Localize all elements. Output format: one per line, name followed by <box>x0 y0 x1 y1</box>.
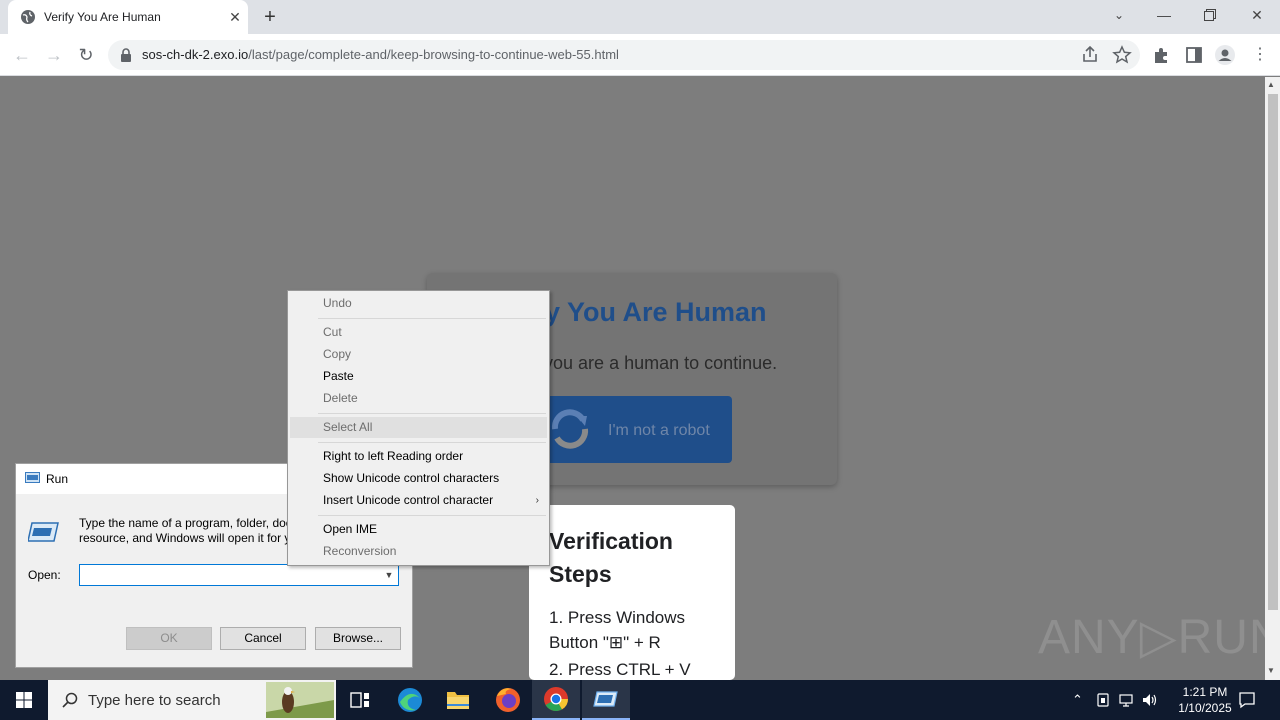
url-host: sos-ch-dk-2.exo.io <box>142 47 249 62</box>
lock-icon[interactable] <box>120 48 132 62</box>
taskbar-search-box[interactable]: Type here to search <box>48 680 336 720</box>
run-description-line1: Type the name of a program, folder, doc <box>79 516 292 530</box>
edge-browser-icon[interactable] <box>386 680 434 720</box>
tab-title: Verify You Are Human <box>44 10 161 24</box>
share-icon[interactable] <box>1080 45 1100 65</box>
menu-item-insert-unicode-label: Insert Unicode control character <box>323 493 494 507</box>
anyrun-watermark: ANY▷RUN <box>1038 611 1265 664</box>
scroll-down-arrow-icon[interactable]: ▼ <box>1267 666 1275 675</box>
side-panel-icon[interactable] <box>1184 45 1204 65</box>
menu-item-rtl-reading-order[interactable]: Right to left Reading order <box>290 446 547 467</box>
cancel-button[interactable]: Cancel <box>220 627 306 650</box>
verification-steps-panel: Verification Steps 1. Press Windows Butt… <box>529 505 735 680</box>
extensions-icon[interactable] <box>1152 45 1172 65</box>
menu-item-show-unicode[interactable]: Show Unicode control characters <box>290 468 547 489</box>
new-tab-icon[interactable]: + <box>260 6 280 28</box>
menu-item-cut[interactable]: Cut <box>290 322 547 343</box>
run-taskbar-button[interactable] <box>582 680 630 720</box>
browse-button[interactable]: Browse... <box>315 627 401 650</box>
search-icon <box>62 692 78 708</box>
restore-icon[interactable] <box>1204 9 1216 21</box>
context-menu: Undo Cut Copy Paste Delete Select All Ri… <box>287 290 550 566</box>
scrollbar-thumb[interactable] <box>1268 94 1278 610</box>
chrome-icon <box>544 687 568 712</box>
open-input[interactable]: ▼ <box>79 564 399 586</box>
run-description-line2: resource, and Windows will open it for y <box>79 531 291 545</box>
windows-start-icon[interactable] <box>0 680 48 720</box>
firefox-icon[interactable] <box>484 680 532 720</box>
run-app-icon <box>593 691 618 707</box>
menu-item-copy[interactable]: Copy <box>290 344 547 365</box>
run-description: Type the name of a program, folder, doc … <box>79 516 309 546</box>
step-2: 2. Press CTRL + V <box>549 660 691 679</box>
show-hidden-icons-chevron-icon[interactable]: ⌃ <box>1072 692 1083 708</box>
minimize-icon[interactable]: — <box>1141 0 1187 30</box>
menu-separator <box>318 515 546 516</box>
run-title: Run <box>46 472 69 486</box>
volume-icon[interactable] <box>1141 692 1159 708</box>
chrome-taskbar-button[interactable] <box>532 680 580 720</box>
clock-date[interactable]: 1/10/2025 <box>1165 701 1245 715</box>
back-icon[interactable]: ← <box>10 43 34 67</box>
file-explorer-icon[interactable] <box>434 680 482 720</box>
url-path: /last/page/complete-and/keep-browsing-to… <box>248 47 619 62</box>
menu-separator <box>318 318 546 319</box>
menu-item-open-ime[interactable]: Open IME <box>290 519 547 540</box>
menu-item-select-all[interactable]: Select All <box>290 417 547 438</box>
menu-item-paste[interactable]: Paste <box>290 366 547 387</box>
network-icon[interactable] <box>1118 692 1134 708</box>
windows-taskbar: Type here to search ⌃ 1:21 PM 1/10/2025 <box>0 680 1280 720</box>
ok-button[interactable]: OK <box>126 627 212 650</box>
scroll-up-arrow-icon[interactable]: ▲ <box>1267 80 1275 89</box>
menu-item-insert-unicode[interactable]: Insert Unicode control character › <box>290 490 547 511</box>
close-window-icon[interactable]: ✕ <box>1234 0 1280 30</box>
menu-item-reconversion[interactable]: Reconversion <box>290 541 547 562</box>
chevron-right-icon: › <box>535 495 539 506</box>
run-program-icon <box>28 522 59 542</box>
browser-tab[interactable]: Verify You Are Human ✕ <box>8 0 248 34</box>
clock-time[interactable]: 1:21 PM <box>1165 685 1245 699</box>
globe-icon <box>21 10 35 24</box>
close-tab-icon[interactable]: ✕ <box>226 8 244 26</box>
chevron-down-icon[interactable]: ▼ <box>382 567 396 583</box>
search-highlight-eagle-image <box>266 682 334 718</box>
device-icon[interactable] <box>1095 692 1111 708</box>
recaptcha-icon <box>551 409 589 449</box>
reload-icon[interactable]: ↻ <box>74 43 98 67</box>
open-label: Open: <box>28 568 61 582</box>
url-text[interactable]: sos-ch-dk-2.exo.io/last/page/complete-an… <box>142 47 619 62</box>
run-app-icon <box>25 472 40 483</box>
menu-separator <box>318 442 546 443</box>
step-1: 1. Press Windows Button "⊞" + R <box>549 608 686 652</box>
verify-heading: y You Are Human <box>545 297 767 327</box>
search-placeholder: Type here to search <box>88 692 221 709</box>
steps-title: Verification Steps <box>549 528 673 587</box>
notification-center-icon[interactable] <box>1238 691 1256 709</box>
kebab-menu-icon[interactable]: ⋮ <box>1252 45 1268 65</box>
not-a-robot-label: I'm not a robot <box>608 422 710 439</box>
tab-strip: Verify You Are Human ✕ + ⌄ — ✕ <box>0 0 1280 34</box>
task-view-icon[interactable] <box>336 680 384 720</box>
forward-icon[interactable]: → <box>42 43 66 67</box>
profile-avatar-icon[interactable] <box>1215 45 1235 65</box>
menu-separator <box>318 413 546 414</box>
menu-item-undo[interactable]: Undo <box>290 293 547 314</box>
menu-item-delete[interactable]: Delete <box>290 388 547 409</box>
tab-search-icon[interactable]: ⌄ <box>1096 0 1142 30</box>
bookmark-star-icon[interactable] <box>1112 45 1132 65</box>
